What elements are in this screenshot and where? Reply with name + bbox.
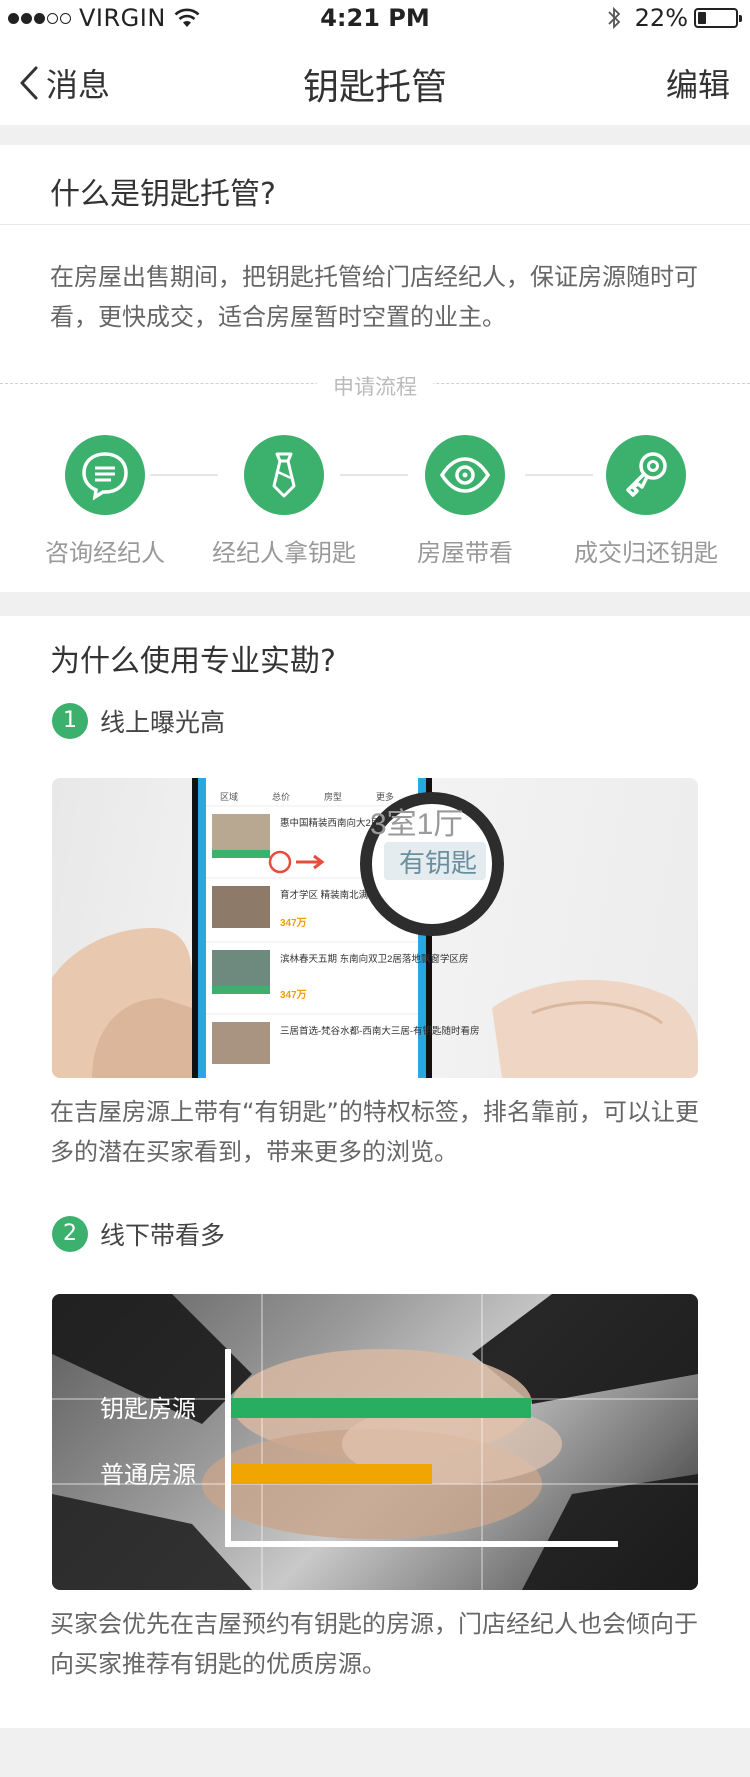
battery-icon: [694, 8, 742, 28]
number-badge: 1: [52, 703, 88, 739]
magnifier-layout-text: 3室1厅: [370, 808, 463, 841]
step-label: 成交归还钥匙: [574, 539, 718, 567]
bar-key-listings: [231, 1398, 531, 1418]
flow-label: 申请流程: [317, 375, 433, 399]
offline-viewings-image: 钥匙房源 普通房源: [52, 1294, 698, 1590]
filter-area: 区域: [220, 791, 238, 802]
tie-icon: [244, 435, 324, 515]
step-consult: 咨询经纪人: [15, 435, 195, 568]
bar-label-key-listings: 钥匙房源: [100, 1396, 196, 1423]
step-label: 咨询经纪人: [45, 539, 165, 567]
filter-rooms: 房型: [324, 791, 342, 802]
intro-description: 在房屋出售期间，把钥匙托管给门店经纪人，保证房源随时可看，更快成交，适合房屋暂时…: [50, 263, 698, 331]
why-card: 为什么使用专业实勘? 1 线上曝光高 区域 总价 房型 更多 惠中国精装西南向大…: [0, 616, 750, 1728]
point-title: 线上曝光高: [100, 708, 226, 737]
battery-percent: 22%: [634, 4, 688, 32]
listing-title: 三居首选-梵谷水都-西南大三居-有钥匙随时看房: [280, 1025, 480, 1037]
chat-bubble-icon: [65, 435, 145, 515]
point-1-header: 1 线上曝光高: [52, 703, 225, 739]
divider: [0, 224, 750, 225]
has-key-tag: 有钥匙: [399, 848, 477, 878]
process-steps: 咨询经纪人 经纪人拿钥匙 房屋带看 成交归还钥匙: [0, 435, 750, 568]
step-agent-key: 经纪人拿钥匙: [194, 435, 374, 568]
why-heading: 为什么使用专业实勘?: [50, 644, 336, 679]
step-label: 房屋带看: [417, 539, 513, 567]
intro-heading: 什么是钥匙托管?: [50, 177, 276, 212]
eye-icon: [425, 435, 505, 515]
listing-price: 347万: [280, 917, 307, 929]
point-2-description: 买家会优先在吉屋预约有钥匙的房源，门店经纪人也会倾向于向买家推荐有钥匙的优质房源…: [50, 1610, 698, 1678]
listing-title: 滨林春天五期 东南向双卫2居落地飘窗学区房: [280, 953, 468, 965]
page-title: 钥匙托管: [302, 67, 447, 108]
filter-price: 总价: [272, 791, 290, 802]
listing-price: 347万: [280, 989, 307, 1001]
bluetooth-icon: [608, 6, 620, 30]
point-2-header: 2 线下带看多: [52, 1216, 225, 1252]
point-1-description: 在吉屋房源上带有“有钥匙”的特权标签，排名靠前，可以让更多的潜在买家看到，带来更…: [50, 1098, 699, 1166]
number-badge: 2: [52, 1216, 88, 1252]
filter-more: 更多: [376, 791, 394, 802]
online-exposure-image: 区域 总价 房型 更多 惠中国精装西南向大2居 有车位 育才学区 精装南北满五唯…: [52, 778, 698, 1078]
intro-card: 什么是钥匙托管? 在房屋出售期间，把钥匙托管给门店经纪人，保证房源随时可看，更快…: [0, 145, 750, 592]
key-icon: [606, 435, 686, 515]
nav-bar: 消息 钥匙托管 编辑: [0, 40, 750, 125]
edit-button[interactable]: 编辑: [666, 60, 730, 106]
point-title: 线下带看多: [100, 1221, 226, 1250]
step-return-key: 成交归还钥匙: [556, 435, 736, 568]
bar-regular-listings: [231, 1464, 432, 1484]
step-label: 经纪人拿钥匙: [212, 539, 356, 567]
bottom-spacer: [0, 1728, 750, 1777]
status-bar: VIRGIN 4:21 PM 22%: [0, 0, 750, 40]
bar-label-regular-listings: 普通房源: [100, 1462, 196, 1489]
step-viewing: 房屋带看: [375, 435, 555, 568]
